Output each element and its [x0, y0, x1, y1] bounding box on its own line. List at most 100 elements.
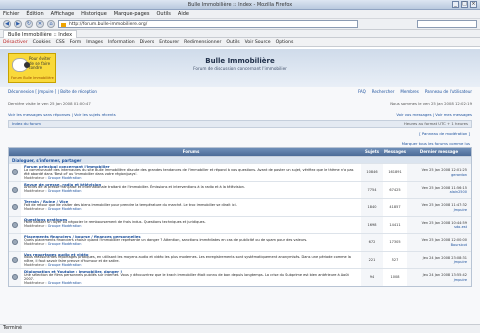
menu-tools[interactable]: Outils [156, 10, 170, 18]
quick-links: Voir les messages sans réponses | Voir l… [8, 112, 472, 117]
last-visit: Dernière visite le ven 25 Jan 2008 01:00… [8, 101, 91, 106]
topics-count: 7754 [361, 181, 383, 198]
forum-description-cell: Placements financiers / bourse / finance… [21, 234, 361, 251]
posts-count: 17305 [389, 240, 401, 244]
forum-status-icon [9, 164, 21, 181]
menu-history[interactable]: Historique [81, 10, 107, 18]
last-post-user[interactable]: sdo-est [454, 225, 467, 229]
minimize-icon[interactable]: _ [452, 1, 459, 8]
table-row[interactable]: Revue de presse, radio et télévision Arti… [9, 180, 471, 199]
moderator-link[interactable]: Groupe Modération [48, 176, 82, 180]
search-input[interactable] [417, 20, 477, 28]
table-row[interactable]: Placements financiers / bourse / finance… [9, 233, 471, 251]
devbar-outline[interactable]: Entourer [159, 38, 179, 46]
moderator-link[interactable]: Groupe Modération [48, 281, 82, 285]
back-icon[interactable]: ◀ [3, 20, 11, 28]
topics-count: 672 [361, 234, 383, 251]
devbar-misc[interactable]: Divers [140, 38, 155, 46]
topics-count: 94 [361, 269, 383, 286]
table-row[interactable]: Vos reportages audio et vidéo Nous réalis… [9, 250, 471, 269]
menu-bookmarks[interactable]: Marque-pages [114, 10, 150, 18]
breadcrumb: Index du forum Heures au format UTC + 1 … [8, 120, 472, 128]
window-titlebar: Bulle Immobilière :: Index - Mozilla Fir… [0, 0, 480, 10]
close-icon[interactable]: × [470, 1, 477, 8]
moderator-link[interactable]: Groupe Modération [48, 189, 82, 193]
moderation-panel-link[interactable]: [ Panneau de modération ] [419, 131, 470, 136]
moderator-link[interactable]: Groupe Modération [48, 263, 82, 267]
last-post-user[interactable]: jmpuire [454, 260, 467, 264]
reload-icon[interactable]: ↻ [25, 20, 33, 28]
stop-icon[interactable]: ✕ [36, 20, 44, 28]
last-post-cell: Ven 25 Jan 2008 12:00:00 Boursicot [407, 234, 471, 251]
forward-icon[interactable]: ▶ [14, 20, 22, 28]
unanswered-link[interactable]: Voir les messages sans réponses | Voir l… [8, 112, 116, 117]
logout-link[interactable]: Déconnexion [ Jmpuire ] | Boîte de récep… [8, 89, 97, 95]
last-post-user[interactable]: Boursicot [451, 243, 467, 247]
window-title: Bulle Immobilière :: Index - Mozilla Fir… [187, 2, 293, 8]
devbar-images[interactable]: Images [86, 38, 103, 46]
devbar-tools[interactable]: Outils [226, 38, 239, 46]
table-row[interactable]: Questions pratiques Faire baisser un loye… [9, 215, 471, 234]
forum-status-icon [9, 199, 21, 216]
forum-description-cell: Vos reportages audio et vidéo Nous réalis… [21, 252, 361, 269]
topics-count: 10846 [361, 164, 383, 181]
last-post-cell: Ven 25 Jan 2008 12:01:25 gerardon [407, 164, 471, 181]
forum-moderator: Modérateur : Groupe Modération [24, 189, 82, 194]
forum-rows: Forum principal concernant l'immobilier L… [9, 163, 471, 286]
last-post-cell: Ven 25 Jan 2008 10:44:59 sdo-est [407, 216, 471, 233]
last-post-user[interactable]: gerardon [451, 173, 467, 177]
forum-moderator: Modérateur : Groupe Modération [24, 263, 82, 268]
home-icon[interactable]: ⌂ [47, 20, 55, 28]
table-row[interactable]: Forum principal concernant l'immobilier L… [9, 163, 471, 181]
devbar-css[interactable]: CSS [56, 38, 65, 46]
last-post-user[interactable]: Jmpuire [454, 208, 467, 212]
menu-bar: Fichier Édition Affichage Historique Mar… [0, 10, 480, 19]
moderator-link[interactable]: Groupe Modération [48, 224, 82, 228]
timezone-label: Heures au format UTC + 1 heures [403, 121, 468, 126]
menu-edit[interactable]: Édition [26, 10, 43, 18]
status-text: Terminé [3, 326, 22, 331]
devbar-disable[interactable]: Désactiver [3, 38, 28, 46]
forum-status-icon [9, 181, 21, 198]
table-row[interactable]: Diplomation et Youtube : immobilier, dan… [9, 268, 471, 286]
menu-help[interactable]: Aide [178, 10, 189, 18]
devbar-view-source[interactable]: Voir Source [245, 38, 271, 46]
menu-view[interactable]: Affichage [51, 10, 75, 18]
forum-status-icon [9, 251, 21, 268]
devbar-resize[interactable]: Redimensionner [184, 38, 221, 46]
status-bar: Terminé [0, 324, 480, 333]
moderator-link[interactable]: Groupe Modération [48, 207, 82, 211]
window-controls: _ □ × [452, 1, 477, 8]
tab-active[interactable]: Bulle Immobilière :: Index [3, 29, 78, 38]
mark-all-read-link[interactable]: Marquer tous les forums comme lus [402, 141, 470, 146]
members-link[interactable]: Membres [400, 89, 418, 95]
forum-moderator: Modérateur : Groupe Modération [24, 224, 82, 229]
devbar-options[interactable]: Options [276, 38, 294, 46]
forum-description-cell: Diplomation et Youtube : immobilier, dan… [21, 269, 361, 286]
moderator-link[interactable]: Groupe Modération [48, 242, 82, 246]
posts-count: 527 [391, 257, 399, 262]
table-row[interactable]: Terrain / Ruine / Vice Fait de retour que… [9, 198, 471, 216]
last-post-user[interactable]: jmpuire [454, 278, 467, 282]
header-topics: Sujets [364, 149, 380, 154]
search-link[interactable]: Rechercher [372, 89, 395, 95]
maximize-icon[interactable]: □ [461, 1, 468, 8]
own-posts-link[interactable]: Voir vos messages | Voir mes messages [396, 112, 472, 117]
breadcrumb-index[interactable]: Index du forum [12, 121, 41, 127]
current-time: Nous sommes le ven 25 Jan 2008 12:02:19 [390, 101, 472, 106]
faq-link[interactable]: FAQ [358, 89, 366, 95]
profile-link[interactable]: Panneau de l'utilisateur [425, 89, 472, 95]
forum-description-cell: Questions pratiques Faire baisser un loye… [21, 217, 361, 234]
menu-file[interactable]: Fichier [3, 10, 19, 18]
topics-count: 1840 [361, 199, 383, 216]
posts-count: 1008 [390, 275, 400, 279]
category-row[interactable]: Dialoguer, s'informer, partager [9, 156, 471, 163]
devbar-cookies[interactable]: Cookies [33, 38, 51, 46]
last-post-user[interactable]: alain2500 [450, 190, 467, 194]
devbar-form[interactable]: Form [70, 38, 82, 46]
devbar-information[interactable]: Information [108, 38, 135, 46]
forum-table: Forums Sujets Messages Dernier message D… [8, 147, 472, 287]
forum-description-cell: Revue de presse, radio et télévision Arti… [21, 182, 361, 199]
url-text: http://forum.bulle-immobiliere.org/ [69, 22, 148, 27]
url-bar[interactable]: http://forum.bulle-immobiliere.org/ [58, 20, 358, 28]
